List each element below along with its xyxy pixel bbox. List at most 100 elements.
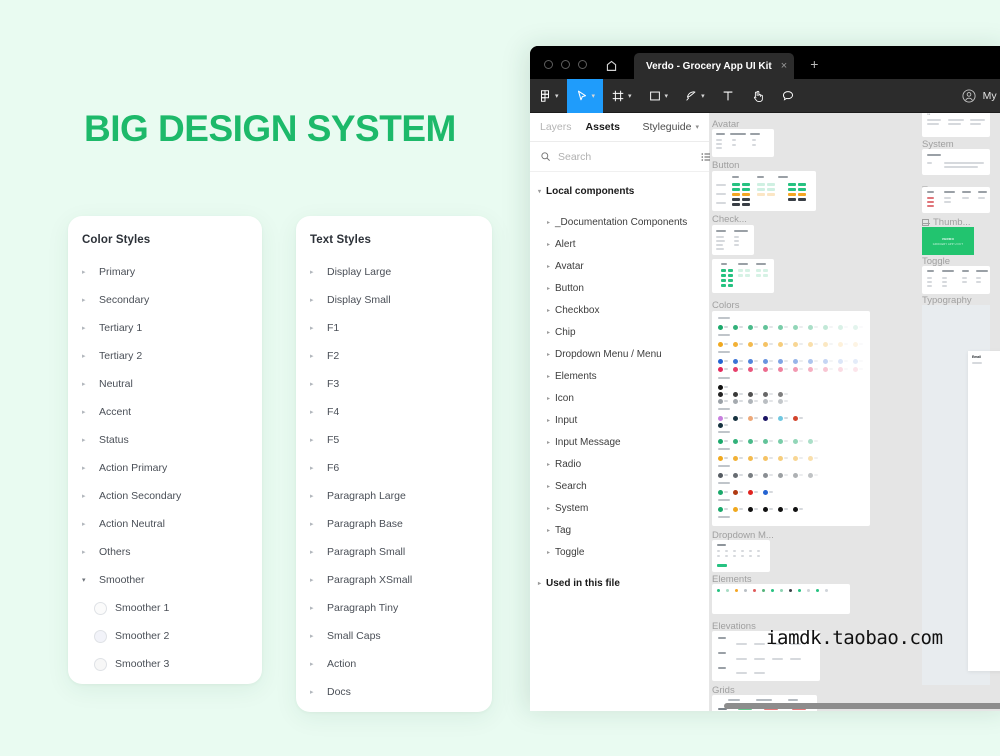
color-style-row[interactable]: ▸ Others xyxy=(68,538,262,566)
chevron-right-icon[interactable]: ▸ xyxy=(533,580,546,587)
chevron-right-icon[interactable]: ▸ xyxy=(542,527,555,534)
chevron-right-icon[interactable]: ▸ xyxy=(310,493,322,500)
color-swatch-dot[interactable] xyxy=(763,456,768,461)
pen-tool-icon[interactable]: ▾ xyxy=(676,79,713,113)
chevron-right-icon[interactable]: ▸ xyxy=(542,505,555,512)
chevron-right-icon[interactable]: ▸ xyxy=(310,689,322,696)
canvas-horizontal-scrollbar[interactable] xyxy=(710,703,1000,709)
tree-item-documentation-components[interactable]: ▸ _Documentation Components xyxy=(530,211,709,233)
chevron-right-icon[interactable]: ▸ xyxy=(542,219,555,226)
color-swatch-dot[interactable] xyxy=(718,392,723,397)
color-swatch-dot[interactable] xyxy=(793,342,798,347)
canvas-frame-chip[interactable] xyxy=(712,259,774,293)
tree-item-alert[interactable]: ▸ Alert xyxy=(530,233,709,255)
color-swatch-dot[interactable] xyxy=(823,325,828,330)
tree-item-search[interactable]: ▸ Search xyxy=(530,475,709,497)
chevron-right-icon[interactable]: ▸ xyxy=(310,549,322,556)
chevron-right-icon[interactable]: ▸ xyxy=(82,437,94,444)
color-swatch-dot[interactable] xyxy=(718,456,723,461)
chevron-down-icon[interactable]: ▾ xyxy=(533,188,546,195)
figma-menu-icon[interactable]: ▾ xyxy=(530,79,567,113)
text-style-row[interactable]: ▸ Small Caps xyxy=(296,622,492,650)
color-swatch-dot[interactable] xyxy=(763,392,768,397)
color-swatch-dot[interactable] xyxy=(733,325,738,330)
chevron-right-icon[interactable]: ▸ xyxy=(542,483,555,490)
color-swatch-dot[interactable] xyxy=(778,367,783,372)
color-swatch-dot[interactable] xyxy=(748,359,753,364)
color-swatch-dot[interactable] xyxy=(718,359,723,364)
tree-item-system[interactable]: ▸ System xyxy=(530,497,709,519)
chevron-right-icon[interactable]: ▸ xyxy=(542,351,555,358)
chevron-down-icon[interactable]: ▾ xyxy=(82,577,94,584)
close-icon[interactable]: × xyxy=(781,60,787,72)
color-swatch-dot[interactable] xyxy=(808,456,813,461)
color-swatch-dot[interactable] xyxy=(808,342,813,347)
frame-tool-icon[interactable]: ▾ xyxy=(603,79,640,113)
chevron-right-icon[interactable]: ▸ xyxy=(542,329,555,336)
canvas-frame-elements[interactable] xyxy=(712,584,850,614)
color-swatch-dot[interactable] xyxy=(778,473,783,478)
tree-item-button[interactable]: ▸ Button xyxy=(530,277,709,299)
color-swatch-dot[interactable] xyxy=(748,392,753,397)
chevron-down-icon[interactable]: ▾ xyxy=(701,92,705,100)
canvas-frame-colors[interactable] xyxy=(712,311,870,526)
chevron-right-icon[interactable]: ▸ xyxy=(542,395,555,402)
color-swatch-dot[interactable] xyxy=(778,456,783,461)
color-swatch-dot[interactable] xyxy=(718,325,723,330)
color-style-row[interactable]: ▸ Status xyxy=(68,426,262,454)
color-swatch-dot[interactable] xyxy=(793,359,798,364)
chevron-right-icon[interactable]: ▸ xyxy=(310,521,322,528)
chevron-right-icon[interactable]: ▸ xyxy=(310,661,322,668)
color-swatch-dot[interactable] xyxy=(793,473,798,478)
text-style-row[interactable]: ▸ F6 xyxy=(296,454,492,482)
canvas-frame-toggle[interactable] xyxy=(922,266,990,294)
color-style-row[interactable]: ▸ Accent xyxy=(68,398,262,426)
move-tool-icon[interactable]: ▾ xyxy=(566,78,604,113)
chevron-right-icon[interactable]: ▸ xyxy=(542,439,555,446)
color-swatch-dot[interactable] xyxy=(808,439,813,444)
text-style-row[interactable]: ▸ Display Large xyxy=(296,258,492,286)
chevron-right-icon[interactable]: ▸ xyxy=(310,577,322,584)
color-swatch-dot[interactable] xyxy=(763,507,768,512)
chevron-right-icon[interactable]: ▸ xyxy=(82,381,94,388)
canvas-frame-system[interactable] xyxy=(922,149,990,175)
color-style-child-row[interactable]: Smoother 1 xyxy=(68,594,262,622)
color-swatch-dot[interactable] xyxy=(733,367,738,372)
color-swatch-dot[interactable] xyxy=(733,342,738,347)
tree-item-chip[interactable]: ▸ Chip xyxy=(530,321,709,343)
text-style-row[interactable]: ▸ Action xyxy=(296,650,492,678)
color-swatch-dot[interactable] xyxy=(763,399,768,404)
color-swatch-dot[interactable] xyxy=(748,399,753,404)
chevron-down-icon[interactable]: ▾ xyxy=(592,92,596,100)
color-swatch-dot[interactable] xyxy=(718,423,723,428)
color-swatch-dot[interactable] xyxy=(733,359,738,364)
color-swatch-dot[interactable] xyxy=(748,416,753,421)
maximize-window-button[interactable] xyxy=(578,60,587,69)
chevron-right-icon[interactable]: ▸ xyxy=(310,297,322,304)
color-style-row[interactable]: ▸ Tertiary 2 xyxy=(68,342,262,370)
color-swatch-dot[interactable] xyxy=(778,507,783,512)
canvas-frame-dropdown-menu[interactable] xyxy=(712,540,770,572)
color-swatch-dot[interactable] xyxy=(808,367,813,372)
canvas-frame-thumbnail[interactable]: VERDO GROCERY APP UI KIT xyxy=(922,227,974,255)
tree-item-input[interactable]: ▸ Input xyxy=(530,409,709,431)
color-swatch-dot[interactable] xyxy=(793,416,798,421)
chevron-right-icon[interactable]: ▸ xyxy=(82,521,94,528)
color-swatch-dot[interactable] xyxy=(718,416,723,421)
color-swatch-dot[interactable] xyxy=(748,367,753,372)
text-style-row[interactable]: ▸ Paragraph XSmall xyxy=(296,566,492,594)
color-swatch-dot[interactable] xyxy=(718,439,723,444)
color-swatch-dot[interactable] xyxy=(793,439,798,444)
text-style-row[interactable]: ▸ Paragraph Base xyxy=(296,510,492,538)
color-style-row[interactable]: ▸ Secondary xyxy=(68,286,262,314)
tab-layers[interactable]: Layers xyxy=(540,121,572,133)
color-swatch-dot[interactable] xyxy=(778,325,783,330)
chevron-right-icon[interactable]: ▸ xyxy=(310,269,322,276)
color-swatch-dot[interactable] xyxy=(733,490,738,495)
color-swatch-dot[interactable] xyxy=(838,342,843,347)
chevron-right-icon[interactable]: ▸ xyxy=(310,409,322,416)
color-swatch-dot[interactable] xyxy=(733,456,738,461)
chevron-right-icon[interactable]: ▸ xyxy=(542,263,555,270)
color-swatch-dot[interactable] xyxy=(748,456,753,461)
color-swatch-dot[interactable] xyxy=(718,385,723,390)
